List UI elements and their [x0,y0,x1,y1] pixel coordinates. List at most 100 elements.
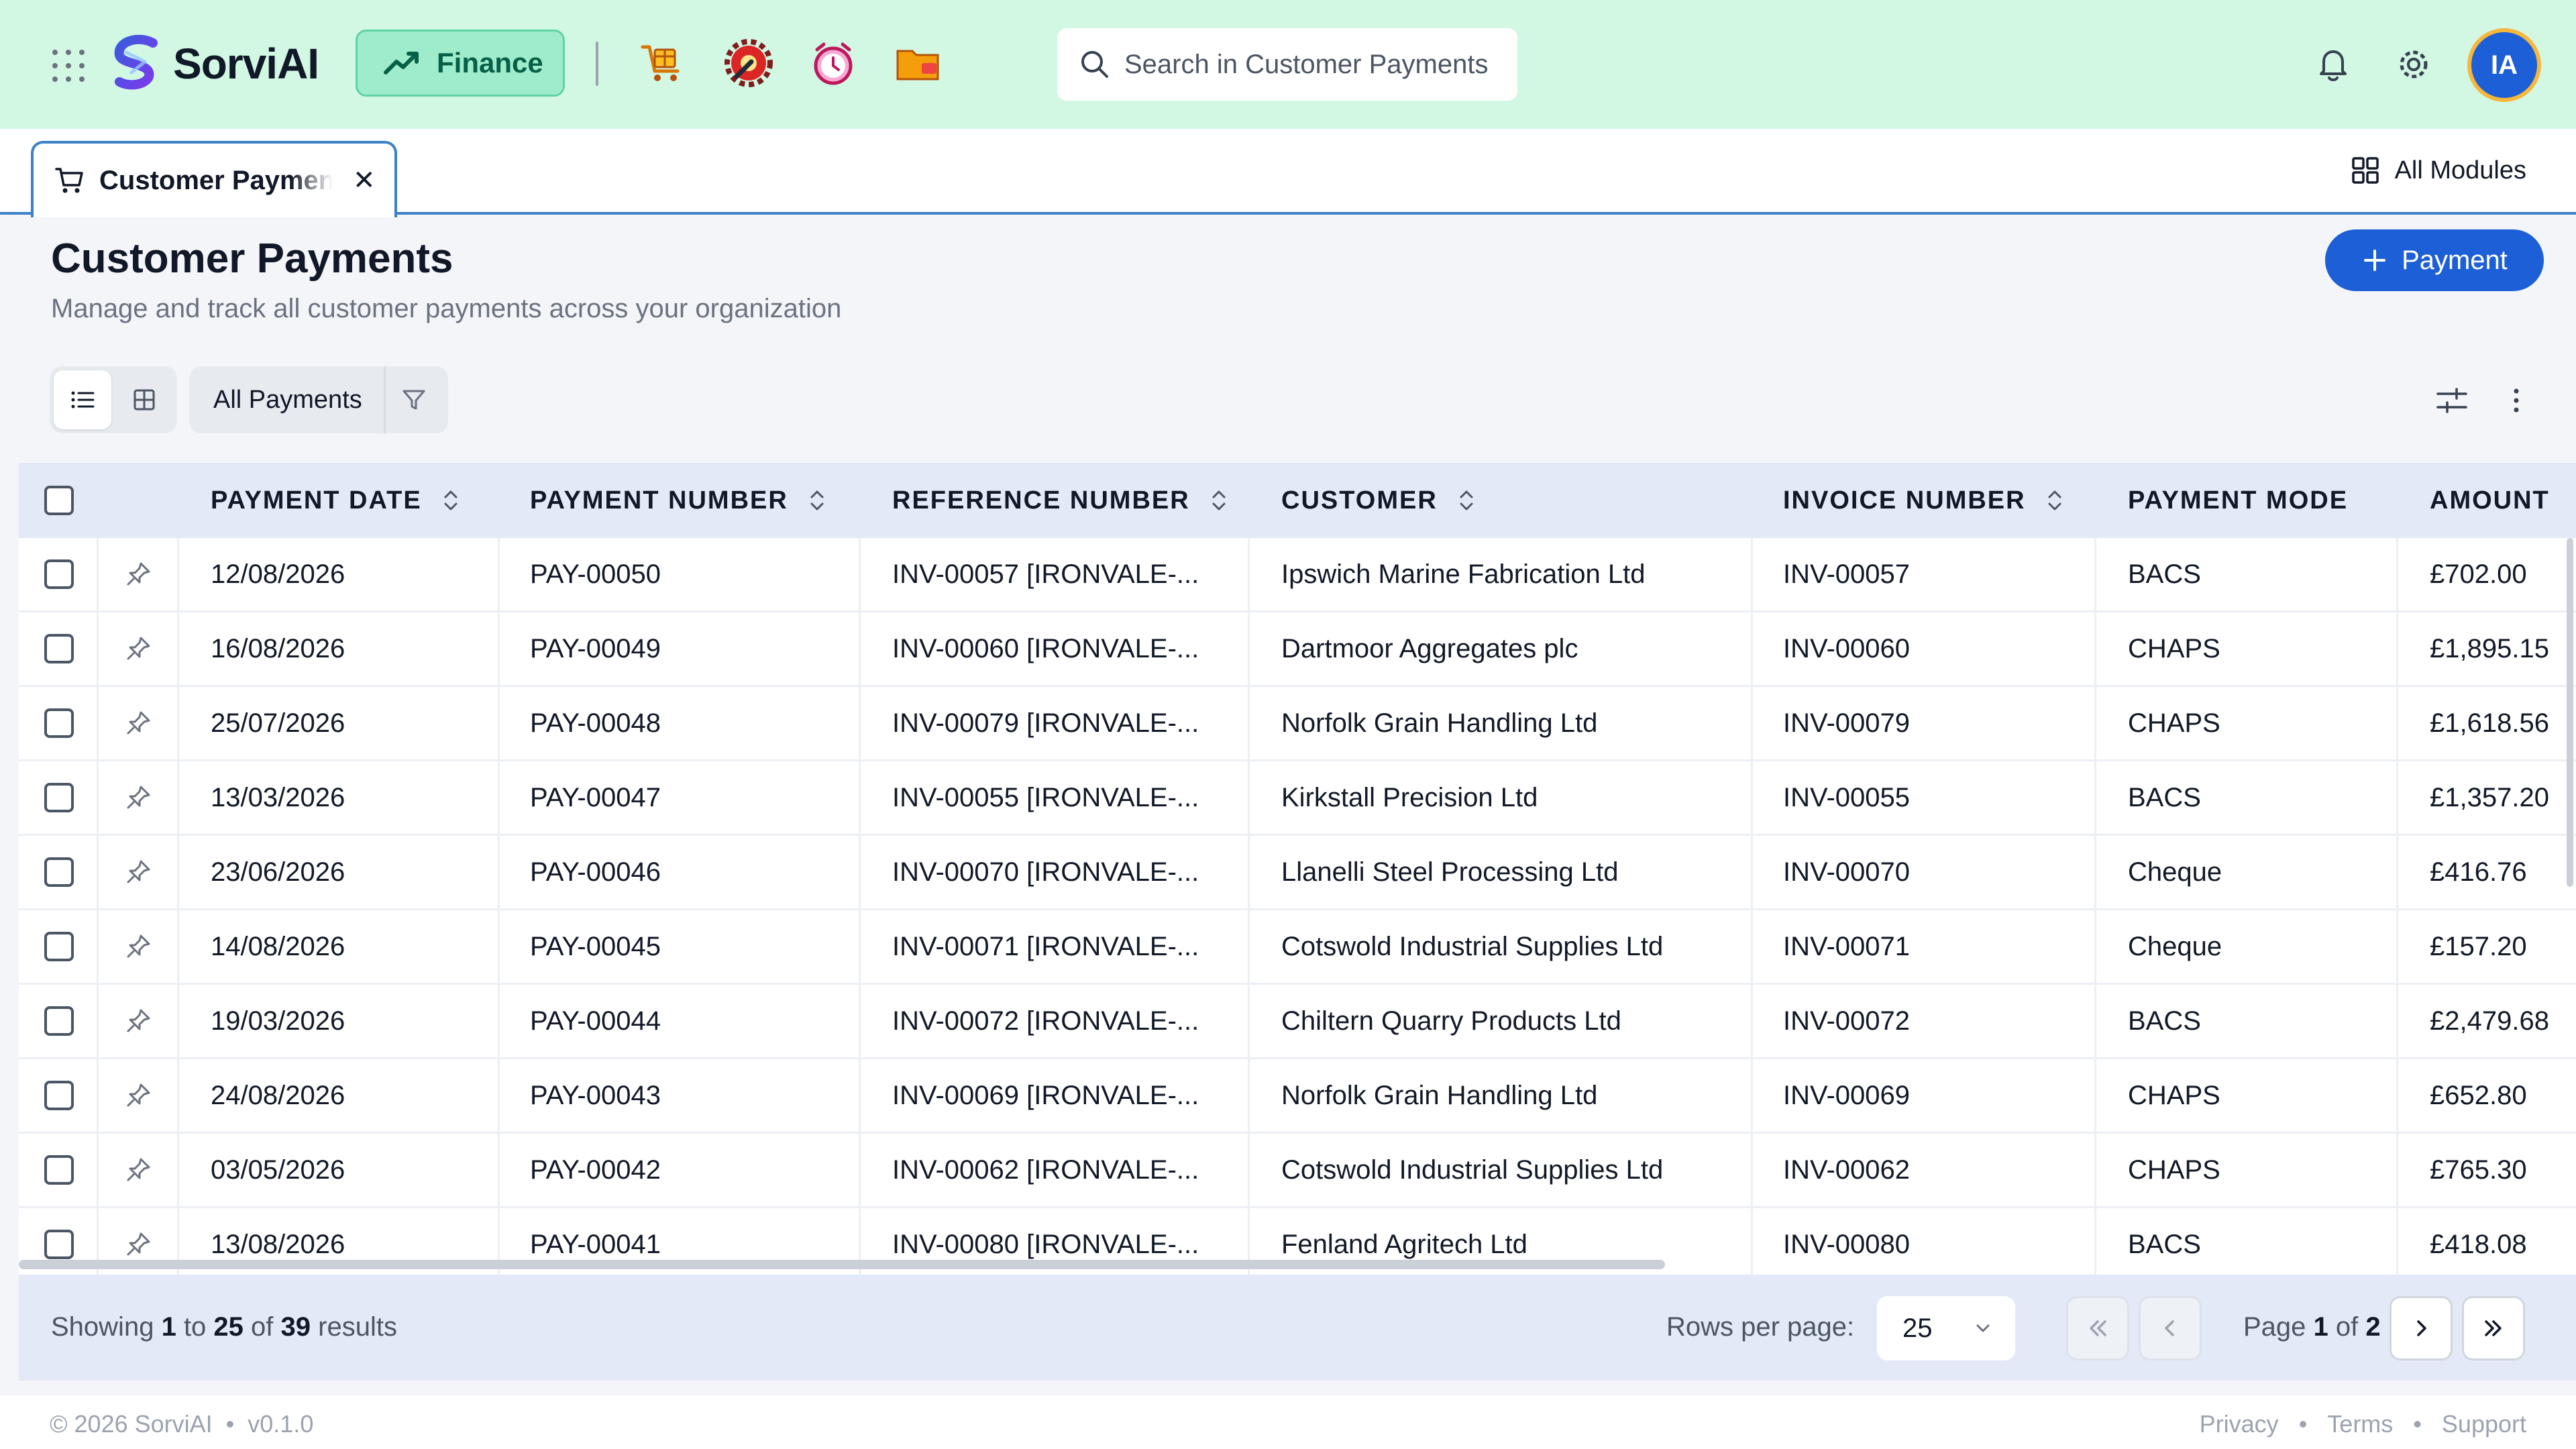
rows-per-page-label: Rows per page: [1666,1312,1855,1342]
cell-payment-number: PAY-00049 [530,633,661,663]
column-header-payment-mode[interactable]: PAYMENT MODE [2128,463,2348,538]
cell-payment-number: PAY-00050 [530,559,661,589]
chevrons-left-icon [2090,1320,2106,1336]
table-row[interactable]: 25/07/2026 PAY-00048 INV-00079 [IRONVALE-.… [19,687,2576,761]
table-row[interactable]: 14/08/2026 PAY-00045 INV-00071 [IRONVALE-.… [19,910,2576,985]
table-row[interactable]: 13/03/2026 PAY-00047 INV-00055 [IRONVALE-.… [19,761,2576,836]
table-row[interactable]: 16/08/2026 PAY-00049 INV-00060 [IRONVALE-.… [19,612,2576,687]
first-page-button[interactable] [2066,1296,2129,1360]
column-header-label: INVOICE NUMBER [1783,486,2026,515]
cell-payment-number: PAY-00047 [530,782,661,812]
filter-button[interactable] [384,366,441,433]
row-checkbox[interactable] [44,1134,74,1206]
row-checkbox[interactable] [44,985,74,1057]
row-checkbox[interactable] [44,1059,74,1132]
gear-icon[interactable] [2394,44,2434,85]
column-header-label: AMOUNT [2430,486,2550,515]
cell-payment-date: 14/08/2026 [211,931,345,961]
next-page-button[interactable] [2390,1296,2453,1360]
column-header-customer[interactable]: CUSTOMER [1281,463,1475,538]
column-header-payment-number[interactable]: PAYMENT NUMBER [530,463,826,538]
filter-icon [402,390,425,410]
saved-view-label: All Payments [213,385,362,414]
more-vertical-icon[interactable] [2498,382,2534,419]
rows-per-page-select[interactable]: 25 [1877,1296,2015,1360]
column-header-payment-date[interactable]: PAYMENT DATE [211,463,460,538]
view-toggle [50,366,177,433]
cell-amount: £1,895.15 [2430,633,2549,663]
cell-reference-number: INV-00071 [IRONVALE-... [892,931,1199,961]
folder-briefcase-icon[interactable] [892,38,943,89]
app-logo[interactable]: SorviAI [111,35,319,93]
row-checkbox[interactable] [44,836,74,908]
alarm-clock-icon[interactable] [808,38,859,89]
previous-page-button[interactable] [2139,1296,2202,1360]
close-icon[interactable]: ✕ [353,165,376,196]
cell-invoice-number: INV-00062 [1783,1155,1911,1185]
chevron-down-icon [1976,1324,1990,1332]
table-row[interactable]: 03/05/2026 PAY-00042 INV-00062 [IRONVALE-.… [19,1134,2576,1208]
results-summary: Showing 1 to 25 of 39 results [51,1312,397,1342]
grid-view-button[interactable] [115,370,173,429]
cell-payment-date: 13/03/2026 [211,782,345,812]
search-box[interactable] [1057,28,1517,101]
all-modules-button[interactable]: All Modules [2351,156,2526,185]
row-checkbox[interactable] [44,910,74,983]
pin-icon[interactable] [123,612,153,685]
select-all-checkbox[interactable] [44,463,74,538]
avatar[interactable]: IA [2467,28,2541,102]
list-view-button[interactable] [54,370,111,429]
add-payment-button[interactable]: Payment [2325,229,2544,291]
module-finance-button[interactable]: Finance [356,30,565,97]
pagination-bar: Showing 1 to 25 of 39 results Rows per p… [19,1275,2576,1381]
sort-icon [444,490,458,511]
cell-reference-number: INV-00069 [IRONVALE-... [892,1080,1199,1110]
cell-payment-mode: CHAPS [2128,1080,2220,1110]
pin-icon[interactable] [123,1134,153,1206]
app-name: SorviAI [173,40,319,88]
column-header-reference-number[interactable]: REFERENCE NUMBER [892,463,1228,538]
row-checkbox[interactable] [44,761,74,834]
column-header-label: CUSTOMER [1281,486,1438,515]
pin-icon[interactable] [123,1059,153,1132]
pin-icon[interactable] [123,538,153,610]
cell-amount: £416.76 [2430,857,2527,887]
row-checkbox[interactable] [44,612,74,685]
table-row[interactable]: 24/08/2026 PAY-00043 INV-00069 [IRONVALE-.… [19,1059,2576,1134]
column-header-label: REFERENCE NUMBER [892,486,1190,515]
shopping-cart-box-icon[interactable] [637,38,688,89]
footer-link-terms[interactable]: Terms [2327,1410,2393,1438]
horizontal-scrollbar[interactable] [19,1260,1665,1269]
table-row[interactable]: 12/08/2026 PAY-00050 INV-00057 [IRONVALE-.… [19,538,2576,612]
pin-icon[interactable] [123,910,153,983]
pin-icon[interactable] [123,761,153,834]
cell-payment-number: PAY-00048 [530,708,661,738]
saved-view-filter[interactable]: All Payments [189,366,448,433]
cell-payment-date: 12/08/2026 [211,559,345,589]
table-row[interactable]: 23/06/2026 PAY-00046 INV-00070 [IRONVALE-.… [19,836,2576,910]
vertical-scrollbar[interactable] [2567,538,2573,887]
bell-icon[interactable] [2313,44,2353,85]
gear-wrench-icon[interactable] [723,38,774,89]
pin-icon[interactable] [123,836,153,908]
last-page-button[interactable] [2462,1296,2525,1360]
app-launcher-icon[interactable] [52,50,85,82]
cell-customer: Chiltern Quarry Products Ltd [1281,1006,1621,1036]
footer-link-support[interactable]: Support [2442,1410,2526,1438]
row-checkbox[interactable] [44,538,74,610]
sort-icon [1212,490,1226,511]
table-row[interactable]: 19/03/2026 PAY-00044 INV-00072 [IRONVALE-.… [19,985,2576,1059]
search-input[interactable] [1124,49,1513,80]
pin-icon[interactable] [123,687,153,759]
column-header-invoice-number[interactable]: INVOICE NUMBER [1783,463,2063,538]
row-checkbox[interactable] [44,687,74,759]
footer-link-privacy[interactable]: Privacy [2200,1410,2279,1438]
column-header-amount[interactable]: AMOUNT [2430,463,2550,538]
sort-icon [810,490,824,511]
cell-invoice-number: INV-00072 [1783,1006,1911,1036]
tab-customer-payments[interactable]: Customer Payments ✕ [31,141,397,217]
cell-customer: Norfolk Grain Handling Ltd [1281,708,1598,738]
sliders-icon[interactable] [2434,382,2470,419]
cell-invoice-number: INV-00057 [1783,559,1911,589]
pin-icon[interactable] [123,985,153,1057]
